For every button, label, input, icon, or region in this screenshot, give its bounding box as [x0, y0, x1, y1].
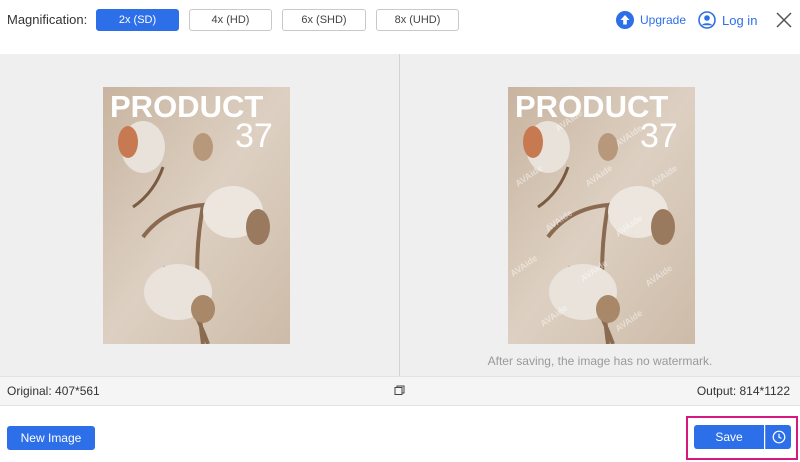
original-image: PRODUCT 37: [103, 87, 290, 344]
output-image-art: PRODUCT 37 AVAide AVAide AVAide AVAide A…: [508, 87, 695, 344]
upgrade-label: Upgrade: [640, 13, 687, 27]
top-bar: Magnification: 2x (SD) 4x (HD) 6x (SHD) …: [0, 0, 800, 54]
poster-title-line2: 37: [640, 117, 678, 155]
pane-divider: [399, 54, 400, 376]
user-icon: [698, 11, 716, 29]
footer-bar: New Image Save: [0, 406, 800, 462]
save-button[interactable]: Save: [694, 425, 764, 449]
output-image: PRODUCT 37 AVAide AVAide AVAide AVAide A…: [508, 87, 695, 344]
upgrade-arrow-icon: [616, 11, 634, 29]
magnification-label: Magnification:: [7, 12, 88, 27]
compare-icon[interactable]: [394, 385, 405, 396]
magnification-4x-button[interactable]: 4x (HD): [189, 9, 272, 31]
original-size-label: Original: 407*561: [7, 384, 100, 398]
poster-title-line2: 37: [235, 117, 273, 155]
login-link[interactable]: Log in: [698, 10, 757, 30]
close-icon[interactable]: [775, 11, 793, 29]
magnification-2x-button[interactable]: 2x (SD): [96, 9, 179, 31]
info-bar: Original: 407*561 Output: 814*1122: [0, 376, 800, 406]
new-image-button[interactable]: New Image: [7, 426, 95, 450]
output-size-label: Output: 814*1122: [696, 384, 790, 398]
magnification-6x-button[interactable]: 6x (SHD): [282, 9, 366, 31]
clock-icon: [772, 430, 785, 444]
upscaler-app: Magnification: 2x (SD) 4x (HD) 6x (SHD) …: [0, 0, 800, 462]
magnification-8x-button[interactable]: 8x (UHD): [376, 9, 459, 31]
watermark-note: After saving, the image has no watermark…: [487, 354, 713, 368]
history-button[interactable]: [765, 425, 791, 449]
login-label: Log in: [722, 12, 758, 28]
upgrade-link[interactable]: Upgrade: [616, 10, 686, 30]
original-image-art: PRODUCT 37: [103, 87, 290, 344]
preview-area: PRODUCT 37 PRODUCT 37 AVAide AVAide AVAi…: [0, 54, 800, 376]
